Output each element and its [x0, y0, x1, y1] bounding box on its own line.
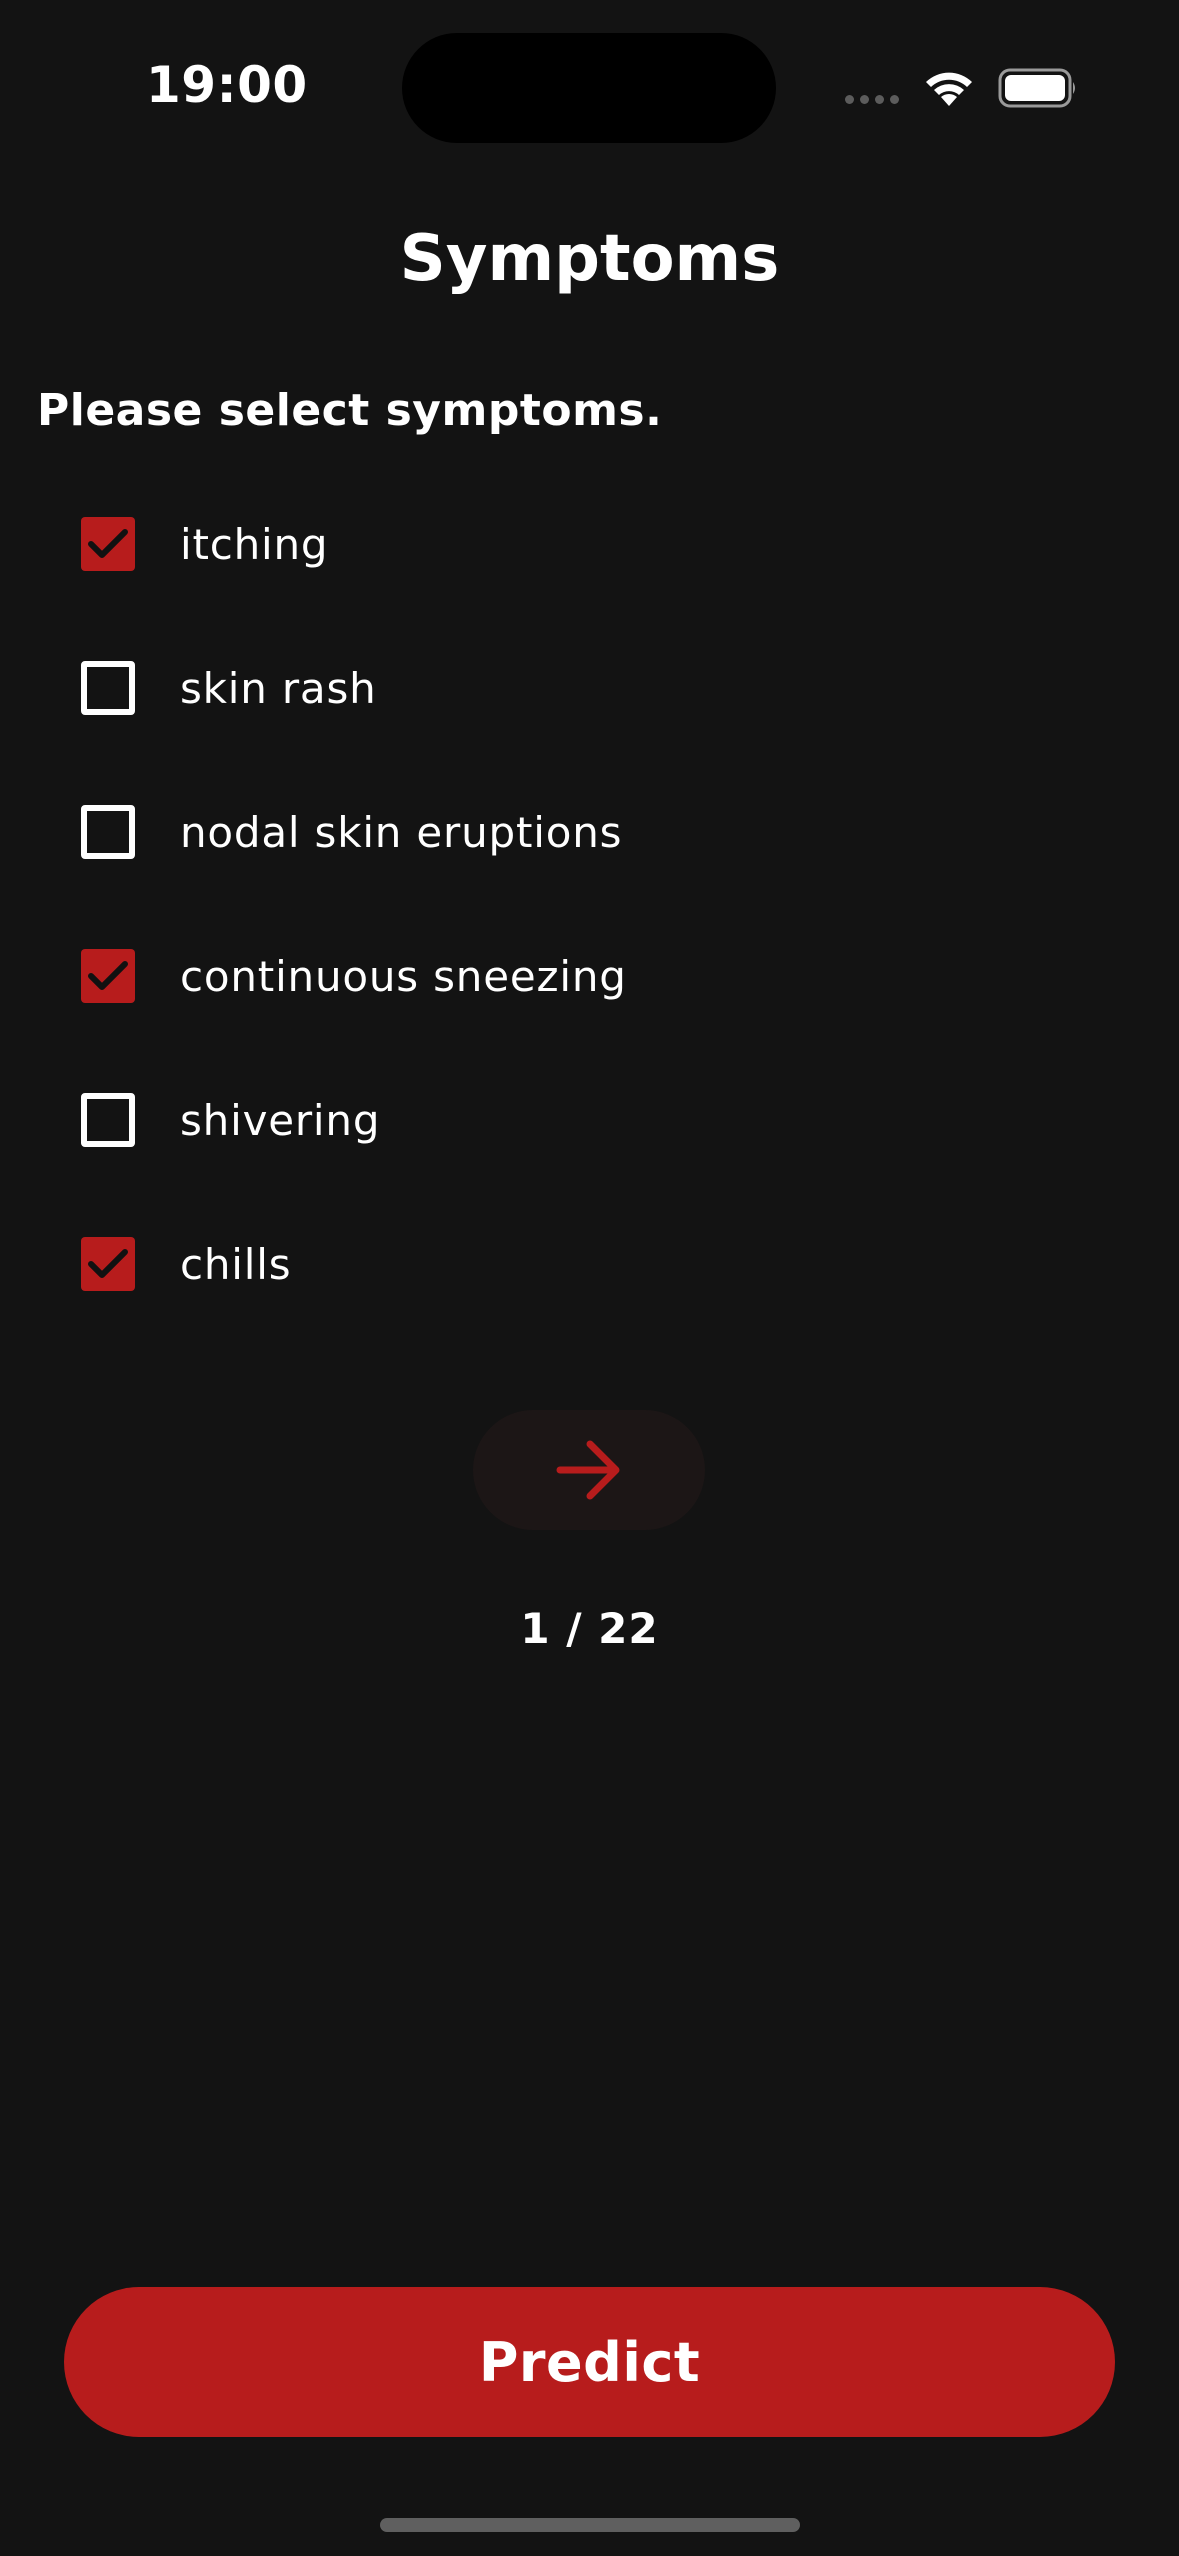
checkbox[interactable] [81, 1093, 135, 1147]
symptom-row-nodal-skin-eruptions[interactable]: nodal skin eruptions [0, 760, 1179, 904]
symptom-list: itching skin rash nodal skin eruptions c… [0, 472, 1179, 1336]
status-time: 19:00 [146, 56, 308, 114]
symptom-row-itching[interactable]: itching [0, 472, 1179, 616]
symptom-label: itching [180, 519, 329, 569]
checkbox[interactable] [81, 805, 135, 859]
checkmark-icon [88, 529, 128, 558]
page-title: Symptoms [399, 222, 780, 296]
checkbox[interactable] [81, 949, 135, 1003]
checkmark-icon [88, 961, 128, 990]
home-indicator[interactable] [380, 2518, 800, 2532]
symptom-label: skin rash [180, 663, 377, 713]
symptom-label: shivering [180, 1095, 381, 1145]
checkbox[interactable] [81, 1237, 135, 1291]
checkbox[interactable] [81, 661, 135, 715]
symptom-label: continuous sneezing [180, 951, 627, 1001]
symptom-row-continuous-sneezing[interactable]: continuous sneezing [0, 904, 1179, 1048]
predict-button[interactable]: Predict [64, 2287, 1115, 2437]
cellular-signal-icon [845, 95, 899, 104]
symptom-label: chills [180, 1239, 292, 1289]
next-page-button[interactable] [473, 1410, 705, 1530]
battery-icon [998, 68, 1075, 108]
arrow-right-icon [556, 1440, 620, 1500]
checkmark-icon [88, 1249, 128, 1278]
symptom-row-chills[interactable]: chills [0, 1192, 1179, 1336]
wifi-icon [926, 72, 972, 106]
page-indicator: 1 / 22 [520, 1604, 659, 1653]
checkbox[interactable] [81, 517, 135, 571]
dynamic-island [402, 33, 776, 143]
symptom-row-skin-rash[interactable]: skin rash [0, 616, 1179, 760]
instruction-text: Please select symptoms. [37, 385, 663, 436]
symptom-label: nodal skin eruptions [180, 807, 623, 857]
symptom-row-shivering[interactable]: shivering [0, 1048, 1179, 1192]
